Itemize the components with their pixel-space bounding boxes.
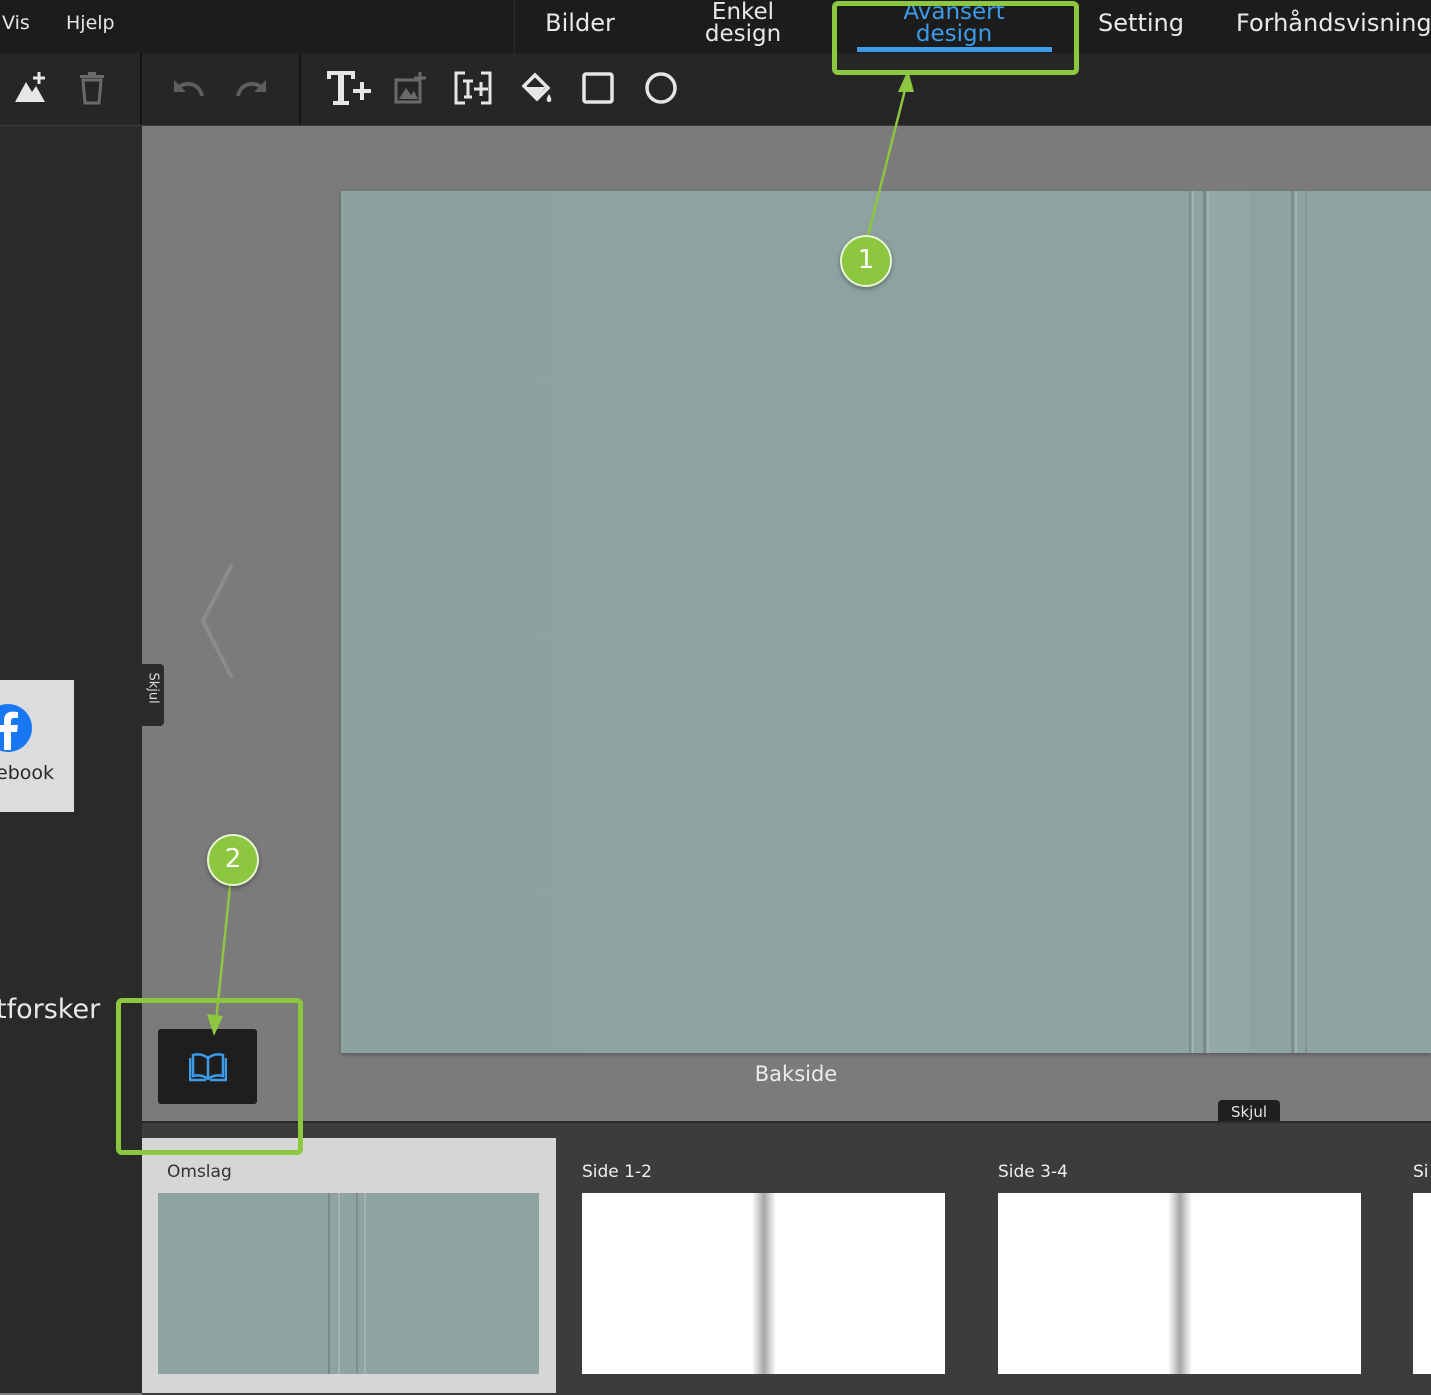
callout-badge-2: 2 xyxy=(207,834,259,886)
callout-arrows xyxy=(207,70,914,1036)
callout-badge-1: 1 xyxy=(840,235,892,287)
